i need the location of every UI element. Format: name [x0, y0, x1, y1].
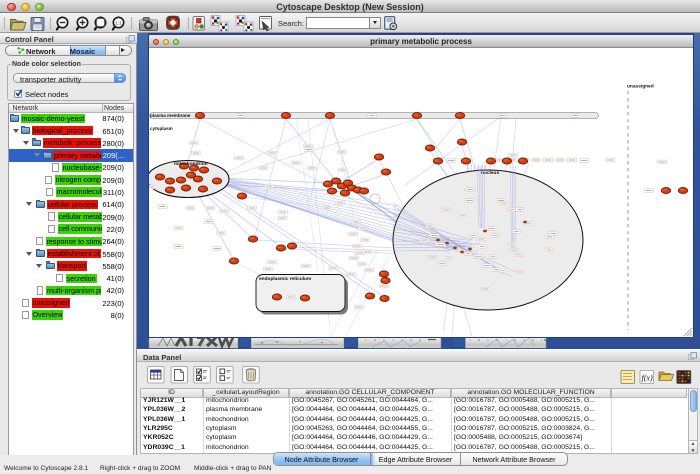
svg-text:endoplasmic reticulum: endoplasmic reticulum	[259, 276, 311, 282]
svg-text:unassigned: unassigned	[627, 84, 654, 90]
svg-text:mitochondrion: mitochondrion	[174, 161, 208, 167]
svg-text:nucleus: nucleus	[481, 170, 499, 176]
svg-text:1:1: 1:1	[115, 21, 122, 26]
svg-text:cytoplasm: cytoplasm	[150, 126, 173, 131]
svg-text:f(x): f(x)	[642, 374, 653, 383]
svg-text:plasma membrane: plasma membrane	[150, 113, 191, 118]
